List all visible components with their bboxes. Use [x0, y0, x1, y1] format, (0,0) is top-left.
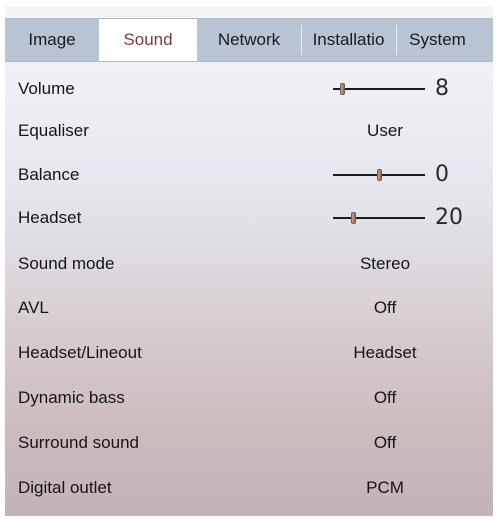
headset-slider[interactable]	[333, 212, 425, 224]
tab-installation[interactable]: Installatio	[301, 19, 396, 61]
setting-value: 8	[435, 76, 449, 101]
setting-label: Dynamic bass	[18, 388, 125, 407]
setting-value: 20	[435, 205, 463, 230]
setting-row-sound-mode[interactable]: Sound mode Stereo	[5, 246, 493, 282]
setting-label: Sound mode	[18, 254, 115, 273]
setting-label: Headset	[18, 208, 82, 227]
tab-divider	[396, 25, 397, 55]
setting-value: PCM	[366, 478, 404, 497]
setting-value: Off	[373, 433, 397, 452]
tab-divider	[301, 25, 302, 55]
setting-value: Stereo	[359, 254, 411, 273]
volume-slider[interactable]	[333, 83, 425, 95]
setting-label: AVL	[18, 298, 49, 317]
setting-label: Equaliser	[18, 121, 89, 140]
slider-thumb[interactable]	[377, 169, 382, 181]
setting-row-headset[interactable]: Headset 20	[5, 200, 493, 236]
setting-value: Off	[373, 388, 397, 407]
tab-bar: Image Sound Network Installatio System	[5, 18, 493, 62]
setting-label: Volume	[18, 79, 75, 98]
setting-label: Balance	[18, 165, 80, 184]
setting-label: Headset/Lineout	[18, 343, 142, 362]
setting-row-headset-lineout[interactable]: Headset/Lineout Headset	[5, 335, 493, 371]
slider-thumb[interactable]	[351, 212, 357, 224]
setting-row-dynamic-bass[interactable]: Dynamic bass Off	[5, 380, 493, 416]
setting-row-avl[interactable]: AVL Off	[5, 290, 493, 326]
tab-image[interactable]: Image	[5, 19, 99, 61]
setting-value: Off	[373, 298, 397, 317]
setting-value: Headset	[353, 343, 417, 362]
setting-row-balance[interactable]: Balance 0	[5, 157, 493, 193]
setting-value: User	[367, 121, 403, 140]
setting-row-equaliser[interactable]: Equaliser User	[5, 113, 493, 149]
tab-system[interactable]: System	[396, 19, 479, 61]
tab-sound[interactable]: Sound	[99, 19, 197, 61]
setting-row-volume[interactable]: Volume 8	[5, 71, 493, 107]
sound-settings-panel: Image Sound Network Installatio System V…	[5, 6, 493, 516]
setting-label: Digital outlet	[18, 478, 112, 497]
setting-row-surround-sound[interactable]: Surround sound Off	[5, 425, 493, 461]
tv-menu-frame: Image Sound Network Installatio System V…	[0, 0, 498, 521]
slider-thumb[interactable]	[340, 83, 346, 95]
tab-network[interactable]: Network	[197, 19, 301, 61]
setting-row-digital-outlet[interactable]: Digital outlet PCM	[5, 470, 493, 506]
setting-label: Surround sound	[18, 433, 139, 452]
balance-slider[interactable]	[333, 169, 425, 181]
setting-value: 0	[435, 162, 449, 187]
